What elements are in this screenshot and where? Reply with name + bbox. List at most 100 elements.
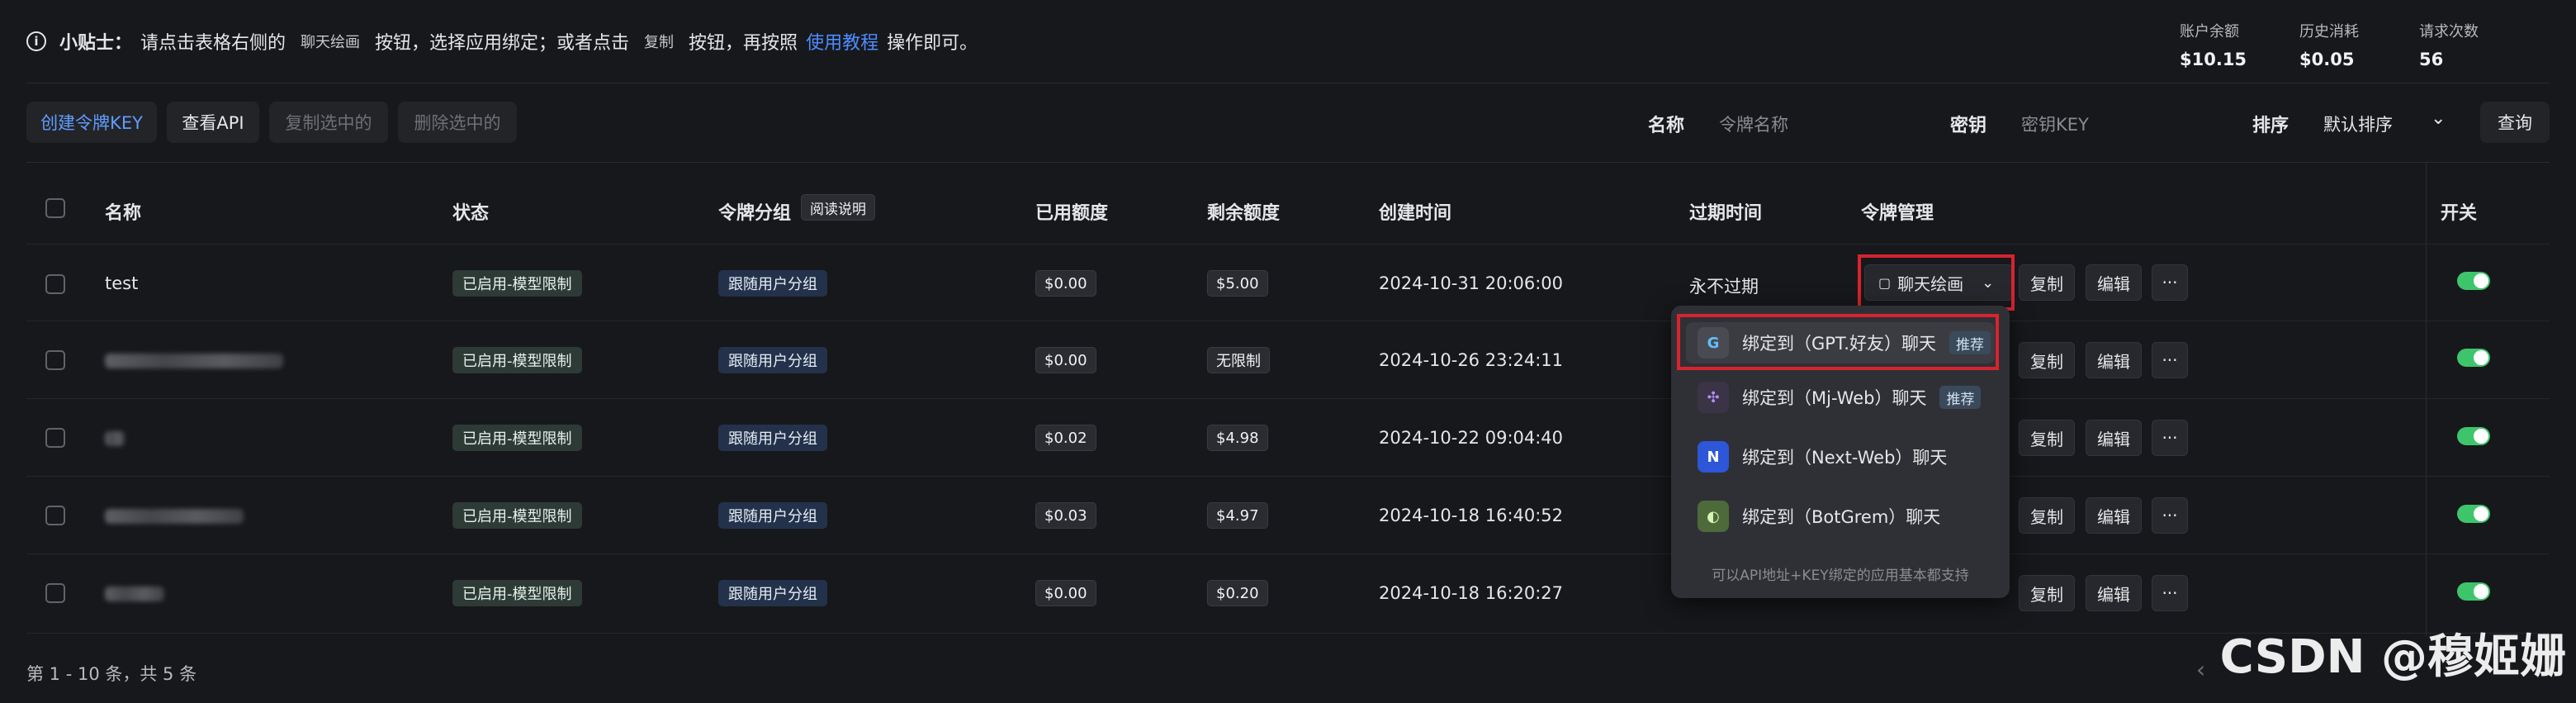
botgrem-logo-icon: ◐	[1698, 501, 1729, 532]
enable-toggle[interactable]	[2457, 427, 2490, 445]
edit-button[interactable]: 编辑	[2086, 497, 2142, 534]
divider	[26, 476, 2550, 477]
bind-mjweb-option[interactable]: ✣ 绑定到（Mj-Web）聊天 推荐	[1698, 382, 1982, 413]
copy-selected-button[interactable]: 复制选中的	[269, 102, 388, 143]
remain-quota: 无限制	[1207, 347, 1270, 373]
copy-button[interactable]: 复制	[2019, 420, 2075, 456]
sort-label: 排序	[2252, 116, 2290, 136]
stat-value: $10.15	[2180, 50, 2247, 69]
key-filter-label: 密钥	[1950, 116, 1987, 136]
status-badge: 已启用-模型限制	[452, 502, 582, 529]
more-button[interactable]: ···	[2152, 264, 2188, 301]
tutorial-link[interactable]: 使用教程	[806, 28, 878, 55]
tip-text: 请点击表格右侧的	[140, 33, 286, 54]
query-button[interactable]: 查询	[2480, 102, 2550, 143]
status-badge: 已启用-模型限制	[452, 425, 582, 451]
stat-label: 历史消耗	[2299, 23, 2359, 40]
sort-select[interactable]: 默认排序	[2323, 112, 2393, 136]
create-key-button[interactable]: 创建令牌KEY	[26, 102, 157, 143]
expire-time: 永不过期	[1689, 277, 1759, 297]
edit-button[interactable]: 编辑	[2086, 575, 2142, 611]
row-checkbox[interactable]	[45, 506, 65, 525]
col-status: 状态	[452, 203, 490, 224]
enable-toggle[interactable]	[2457, 505, 2490, 523]
tip-copy: 复制	[644, 34, 675, 51]
recommend-badge: 推荐	[1939, 386, 1982, 409]
used-quota: $0.02	[1035, 425, 1096, 451]
group-badge: 跟随用户分组	[718, 502, 827, 529]
enable-toggle[interactable]	[2457, 272, 2490, 290]
option-label: 绑定到（BotGrem）聊天	[1742, 507, 1941, 527]
divider	[26, 633, 2550, 634]
copy-button[interactable]: 复制	[2019, 497, 2075, 534]
status-badge: 已启用-模型限制	[452, 580, 582, 606]
col-name: 名称	[105, 203, 142, 224]
edit-button[interactable]: 编辑	[2086, 342, 2142, 378]
group-help-button[interactable]: 阅读说明	[801, 194, 875, 221]
more-button[interactable]: ···	[2152, 420, 2188, 456]
name-filter-label: 名称	[1648, 116, 1685, 136]
col-switch: 开关	[2441, 203, 2478, 224]
divider	[26, 244, 2550, 245]
col-expire: 过期时间	[1689, 203, 1763, 224]
row-checkbox[interactable]	[45, 428, 65, 448]
status-badge: 已启用-模型限制	[452, 347, 582, 373]
chevron-left-icon[interactable]: ‹	[2196, 656, 2205, 683]
created-time: 2024-10-18 16:40:52	[1379, 506, 1564, 525]
bind-botgrem-option[interactable]: ◐ 绑定到（BotGrem）聊天	[1698, 501, 1940, 532]
remain-quota: $5.00	[1207, 270, 1268, 297]
col-remain: 剩余额度	[1207, 203, 1281, 224]
tip-text: 按钮，选择应用绑定；或者点击	[375, 33, 630, 54]
bind-nextweb-option[interactable]: N 绑定到（Next-Web）聊天	[1698, 441, 1947, 473]
copy-button[interactable]: 复制	[2019, 575, 2075, 611]
col-group: 令牌分组	[718, 203, 792, 224]
row-checkbox[interactable]	[45, 350, 65, 370]
chevron-down-icon[interactable]: ⌄	[2431, 108, 2446, 129]
consumption-stat: 历史消耗 $0.05	[2299, 20, 2359, 69]
col-manage: 令牌管理	[1861, 203, 1934, 224]
highlight-box	[1858, 254, 2015, 311]
tip-text: 操作即可。	[887, 33, 978, 54]
key-filter-input[interactable]: 密钥KEY	[2021, 112, 2089, 136]
highlight-box	[1677, 314, 1999, 370]
option-label: 绑定到（Next-Web）聊天	[1742, 448, 1948, 468]
copy-button[interactable]: 复制	[2019, 342, 2075, 378]
stat-label: 账户余额	[2180, 23, 2239, 40]
edit-button[interactable]: 编辑	[2086, 264, 2142, 301]
view-api-button[interactable]: 查看API	[167, 102, 259, 143]
group-badge: 跟随用户分组	[718, 270, 827, 297]
created-time: 2024-10-26 23:24:11	[1379, 350, 1564, 370]
mj-logo-icon: ✣	[1698, 382, 1729, 413]
remain-quota: $4.97	[1207, 502, 1268, 529]
edit-button[interactable]: 编辑	[2086, 420, 2142, 456]
more-button[interactable]: ···	[2152, 575, 2188, 611]
balance-stat: 账户余额 $10.15	[2180, 20, 2247, 69]
used-quota: $0.00	[1035, 270, 1096, 297]
more-button[interactable]: ···	[2152, 497, 2188, 534]
enable-toggle[interactable]	[2457, 582, 2490, 601]
tip-chat-draw: 聊天绘画	[301, 34, 361, 51]
stat-value: 56	[2419, 50, 2444, 69]
used-quota: $0.00	[1035, 580, 1096, 606]
blurred-token-name	[105, 587, 164, 601]
row-checkbox[interactable]	[45, 274, 65, 294]
tip-text: 按钮，再按照	[689, 33, 798, 54]
status-badge: 已启用-模型限制	[452, 270, 582, 297]
created-time: 2024-10-22 09:04:40	[1379, 428, 1564, 448]
used-quota: $0.00	[1035, 347, 1096, 373]
copy-button[interactable]: 复制	[2019, 264, 2075, 301]
enable-toggle[interactable]	[2457, 349, 2490, 367]
more-button[interactable]: ···	[2152, 342, 2188, 378]
token-name: test	[105, 273, 139, 293]
info-icon: i	[26, 31, 46, 51]
requests-stat: 请求次数 56	[2419, 20, 2479, 69]
group-badge: 跟随用户分组	[718, 580, 827, 606]
select-all-checkbox[interactable]	[45, 198, 65, 218]
group-badge: 跟随用户分组	[718, 347, 827, 373]
blurred-token-name	[105, 431, 125, 446]
delete-selected-button[interactable]: 删除选中的	[398, 102, 517, 143]
row-checkbox[interactable]	[45, 583, 65, 603]
divider	[26, 398, 2550, 399]
name-filter-input[interactable]: 令牌名称	[1719, 112, 1788, 136]
tip-prefix: 小贴士：	[59, 33, 133, 54]
